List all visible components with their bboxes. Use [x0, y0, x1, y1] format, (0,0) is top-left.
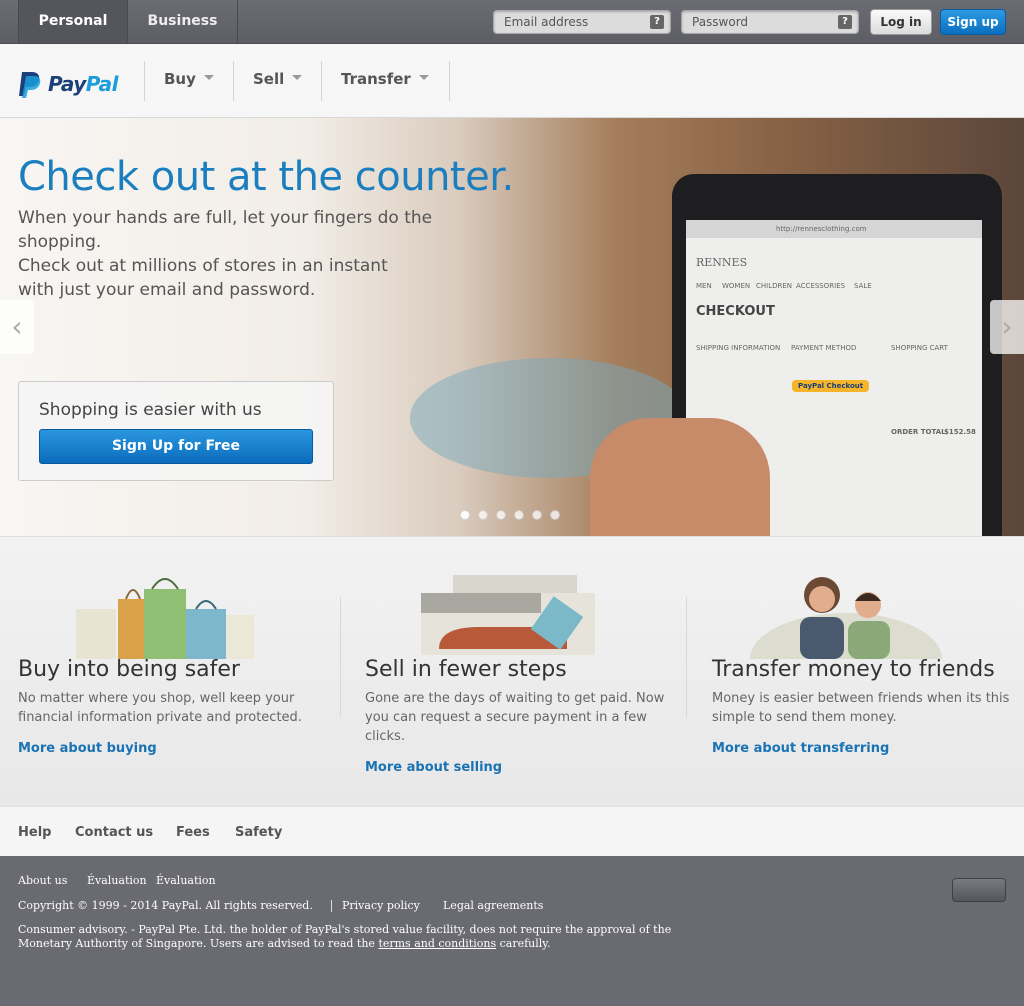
footer-divider [331, 900, 332, 912]
more-about-buying-link[interactable]: More about buying [18, 741, 157, 756]
feature-divider [340, 597, 341, 717]
feature-title: Buy into being safer [18, 657, 240, 682]
feature-description: Money is easier between friends when its… [712, 691, 1010, 725]
nav-item-buy[interactable]: Buy [164, 70, 214, 88]
tablet-paypal-button: PayPal Checkout [792, 380, 870, 392]
paypal-p-icon [19, 72, 41, 98]
privacy-policy-link[interactable]: Privacy policy [342, 899, 420, 912]
carousel-dot[interactable] [478, 510, 488, 520]
carousel-dot[interactable] [532, 510, 542, 520]
email-placeholder: Email address [504, 15, 589, 29]
more-about-selling-link[interactable]: More about selling [365, 760, 502, 775]
footer-link-fees[interactable]: Fees [176, 825, 210, 840]
footer-link-contact[interactable]: Contact us [75, 825, 153, 840]
feature-sell: Sell in fewer steps Gone are the days of… [365, 537, 675, 807]
email-field[interactable]: Email address ? [493, 10, 671, 34]
site-footer: About us Évaluation Évaluation Copyright… [0, 856, 1024, 1006]
password-field[interactable]: Password ? [681, 10, 859, 34]
footer-link-help[interactable]: Help [18, 825, 51, 840]
chevron-right-icon: › [1001, 310, 1013, 343]
footer-link-safety[interactable]: Safety [235, 825, 282, 840]
chevron-down-icon [203, 75, 214, 80]
about-us-link[interactable]: About us [18, 874, 67, 887]
carousel-next-button[interactable]: › [990, 300, 1024, 354]
footer-button[interactable] [952, 878, 1006, 902]
more-about-transferring-link[interactable]: More about transferring [712, 741, 889, 756]
help-icon[interactable]: ? [838, 15, 852, 29]
login-button[interactable]: Log in [870, 9, 932, 35]
carousel-dot[interactable] [496, 510, 506, 520]
nav-item-transfer[interactable]: Transfer [341, 70, 429, 88]
top-bar: Personal Business Email address ? Passwo… [0, 0, 1024, 44]
tab-business[interactable]: Business [128, 0, 238, 43]
nav-divider [449, 61, 450, 101]
signup-button[interactable]: Sign up [940, 9, 1006, 35]
tablet-checkout-heading: CHECKOUT [696, 304, 775, 319]
carousel-dot[interactable] [460, 510, 470, 520]
tablet-browser-bar: http://rennesclothing.com [686, 220, 982, 238]
promo-title: Shopping is easier with us [39, 400, 262, 420]
copyright-text: Copyright © 1999 - 2014 PayPal. All righ… [18, 899, 313, 912]
feature-buy: Buy into being safer No matter where you… [18, 537, 328, 807]
feature-description: No matter where you shop, well keep your… [18, 691, 302, 725]
chevron-down-icon [418, 75, 429, 80]
footer-nav: Help Contact us Fees Safety [0, 806, 1024, 856]
hero-carousel: http://rennesclothing.com RENNES MEN WOM… [0, 118, 1024, 536]
legal-agreements-link[interactable]: Legal agreements [443, 899, 543, 912]
feature-transfer: Transfer money to friends Money is easie… [712, 537, 1022, 807]
feature-title: Transfer money to friends [712, 657, 995, 682]
sale-shoe-icon [421, 575, 595, 655]
feature-title: Sell in fewer steps [365, 657, 567, 682]
evaluation-link[interactable]: Évaluation [87, 874, 147, 887]
paypal-logo[interactable]: PayPal [18, 70, 128, 98]
nav-divider [144, 61, 145, 101]
logo-wordmark: PayPal [48, 72, 119, 96]
friends-icon [750, 577, 942, 659]
hero-title: Check out at the counter. [18, 154, 514, 200]
consumer-advisory: Consumer advisory. - PayPal Pte. Ltd. th… [18, 923, 672, 950]
chevron-left-icon: ‹ [11, 310, 23, 343]
hero-description: When your hands are full, let your finge… [18, 208, 433, 300]
chevron-down-icon [292, 75, 303, 80]
shopping-bags-icon [76, 578, 254, 659]
carousel-prev-button[interactable]: ‹ [0, 300, 34, 354]
terms-link[interactable]: terms and conditions [378, 937, 496, 950]
features-section: Buy into being safer No matter where you… [0, 536, 1024, 806]
hand-image [590, 418, 770, 536]
tablet-store-name: RENNES [696, 256, 748, 269]
nav-divider [321, 61, 322, 101]
signup-promo-box: Shopping is easier with us Sign Up for F… [18, 381, 334, 481]
carousel-dot[interactable] [550, 510, 560, 520]
signup-free-button[interactable]: Sign Up for Free [39, 429, 313, 464]
carousel-dot[interactable] [514, 510, 524, 520]
main-nav: PayPal Buy Sell Transfer [0, 44, 1024, 118]
tab-personal[interactable]: Personal [18, 0, 128, 43]
password-placeholder: Password [692, 15, 749, 29]
evaluation-link[interactable]: Évaluation [156, 874, 216, 887]
nav-divider [233, 61, 234, 101]
feature-divider [686, 597, 687, 717]
help-icon[interactable]: ? [650, 15, 664, 29]
feature-description: Gone are the days of waiting to get paid… [365, 691, 665, 744]
nav-item-sell[interactable]: Sell [253, 70, 303, 88]
